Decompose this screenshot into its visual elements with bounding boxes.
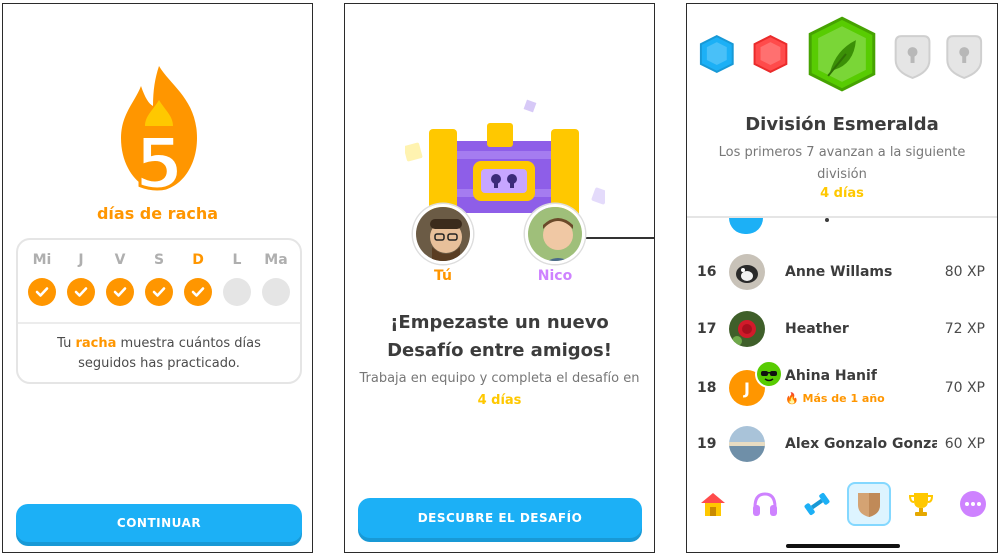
headphones-icon[interactable] [745,484,785,524]
trophy-icon[interactable] [901,484,941,524]
check-icon [67,278,95,306]
connector-line [585,237,654,239]
divider [18,322,300,324]
peek-dot [825,218,829,222]
home-icon[interactable] [693,484,733,524]
day-j: J [63,252,99,306]
discover-challenge-button[interactable]: DESCUBRE EL DESAFÍO [358,498,642,538]
day-mi: Mi [24,252,60,306]
continue-button[interactable]: CONTINUAR [16,504,302,542]
subtitle-prefix: Trabaja en equipo y completa el desafío … [359,371,640,386]
empty-day-dot [223,278,251,306]
locked-badge-icon [894,35,931,79]
leaderboard-row[interactable]: 16 Anne Willams 80 XP [687,252,997,292]
avatar-peek [729,218,763,234]
info-highlight: racha [75,336,117,351]
xp-value: 80 XP [944,264,985,280]
day-label: S [153,252,165,268]
user-name: Anne Willams [785,264,893,280]
rank: 19 [697,436,717,452]
division-subtitle: Los primeros 7 avanzan a la siguiente di… [718,145,966,182]
day-label: L [232,252,242,268]
user-name: Ahina Hanif [785,368,877,384]
day-label: J [78,252,84,268]
streak-badge-text: Más de 1 año [802,392,885,405]
leaderboard-row[interactable]: 18 J Ahina Hanif 🔥 Más de 1 año 70 XP [687,356,997,416]
rank: 16 [697,264,717,280]
league-screen: División Esmeralda Los primeros 7 avanza… [686,3,998,553]
subtitle-highlight: 4 días [477,393,522,408]
avatar-you[interactable] [413,204,473,264]
streak-flame-icon: 5 [121,66,197,204]
day-ma: Ma [258,252,294,306]
rank: 18 [697,380,717,396]
friend-label: Nico [537,268,573,284]
streak-label: días de racha [96,204,219,223]
xp-value: 60 XP [944,436,985,452]
xp-value: 72 XP [944,321,985,337]
rank: 17 [697,321,717,337]
dumbbell-icon[interactable] [797,484,837,524]
bottom-nav [687,479,997,529]
xp-value: 70 XP [944,380,985,396]
streak-badge: 🔥 Más de 1 año [785,392,885,405]
day-l: L [219,252,255,306]
shield-icon[interactable] [847,482,891,526]
league-badges [699,16,983,92]
ruby-badge-icon [753,35,788,74]
check-icon [106,278,134,306]
friend-challenge-screen: Tú Nico ¡Empezaste un nuevo Desafío entr… [344,3,655,553]
check-icon [145,278,173,306]
day-s: S [141,252,177,306]
more-icon[interactable] [953,484,993,524]
locked-badge-icon [946,35,983,79]
week-days: Mi J V S D L Ma [24,252,294,306]
day-v: V [102,252,138,306]
day-label: Ma [264,252,288,268]
sapphire-badge-icon [699,35,734,74]
avatar [729,426,765,462]
leaderboard-row[interactable]: 17 Heather 72 XP [687,309,997,349]
streak-screen: 5 días de racha Mi J V S D L Ma Tu racha… [2,3,313,553]
streak-count: 5 [135,123,184,204]
empty-day-dot [262,278,290,306]
streak-info: Tu racha muestra cuántos días seguidos h… [28,334,290,374]
challenge-title: ¡Empezaste un nuevo Desafío entre amigos… [387,312,612,361]
week-card: Mi J V S D L Ma Tu racha muestra cuántos… [16,238,302,384]
user-name: Heather [785,321,849,337]
you-label: Tú [434,268,452,284]
leaderboard-row[interactable]: 19 Alex Gonzalo Gonza… 60 XP [687,424,997,464]
day-d: D [180,252,216,306]
avatar-nico[interactable] [525,204,585,264]
day-label: Mi [32,252,52,268]
sunglasses-emoji-icon [755,360,783,388]
home-indicator [786,544,900,548]
day-label: V [114,252,126,268]
check-icon [184,278,212,306]
avatar [729,311,765,347]
division-title: División Esmeralda [745,114,939,135]
avatar [729,254,765,290]
check-icon [28,278,56,306]
emerald-badge-icon [808,16,876,92]
division-days: 4 días [820,186,864,201]
challenge-subtitle: Trabaja en equipo y completa el desafío … [359,368,640,412]
day-label-today: D [192,252,204,268]
user-name: Alex Gonzalo Gonza… [785,436,937,452]
info-prefix: Tu [57,336,76,351]
